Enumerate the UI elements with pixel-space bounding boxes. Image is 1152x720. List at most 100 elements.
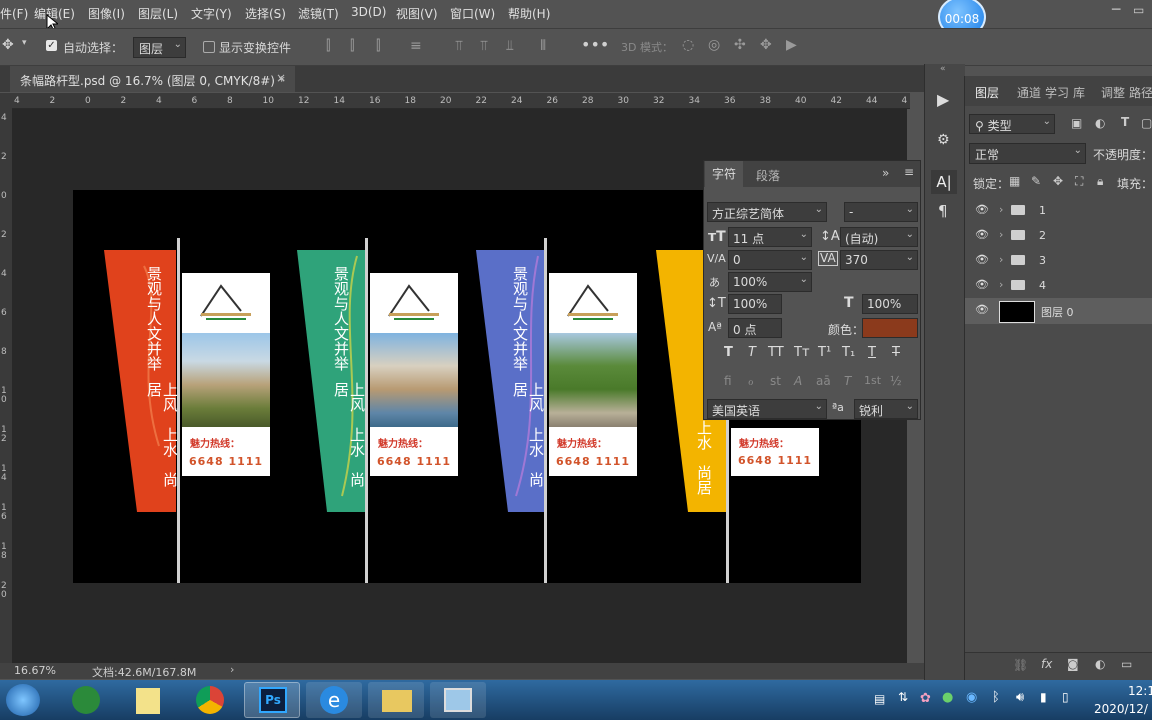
old-style-button[interactable]: ℴ [748,374,754,388]
lock-position-icon[interactable]: ✥ [1053,174,1063,188]
underline-button[interactable]: T [868,345,876,360]
align-center-icon[interactable]: ⫿ [350,38,354,54]
titling-alternates-button[interactable]: T [844,374,851,388]
tsume-field[interactable]: 100% ⌄ [728,272,812,292]
menu-view[interactable]: 视图(V) [396,5,438,22]
swash-button[interactable]: A [794,374,802,388]
menu-image[interactable]: 图像(I) [88,5,125,22]
move-tool-icon[interactable]: ✥ [2,37,14,53]
font-style-dropdown[interactable]: - ⌄ [844,202,918,222]
libraries-icon[interactable]: ⚙ [937,132,950,148]
menu-3d[interactable]: 3D(D) [351,5,386,19]
browser-tray-icon[interactable]: ◉ [966,690,977,705]
small-caps-button[interactable]: Tт [794,345,810,360]
signal-icon[interactable]: ▮ [1040,690,1047,704]
show-transform-checkbox[interactable] [203,41,215,53]
taskbar-app-photoshop[interactable]: Ps [244,682,300,718]
menu-select[interactable]: 选择(S) [245,5,286,22]
align-right-icon[interactable]: ⫿ [376,38,380,54]
distribute-vertical-icon[interactable]: ⦀ [540,38,546,54]
layer-row[interactable]: 👁︎ › 2 [965,224,1152,248]
character-panel-icon[interactable]: A| [931,170,957,194]
slide-3d-icon[interactable]: ✥ [760,37,772,53]
tab-adjustments[interactable]: 调整 [1101,84,1125,101]
align-middle-icon[interactable]: ⫪ [480,38,488,54]
panel-menu-icon[interactable]: ≡ [904,165,914,179]
zoom-level[interactable]: 16.67% [14,664,56,677]
bluetooth-icon[interactable]: ᛒ [992,690,1000,705]
lock-artboard-icon[interactable]: ⛶ [1075,174,1083,189]
wechat-icon[interactable]: ● [942,690,953,705]
tab-paragraph[interactable]: 段落 [756,167,780,184]
battery-icon[interactable]: ▯ [1062,690,1069,704]
strikethrough-button[interactable]: T [892,345,900,360]
faux-bold-button[interactable]: T [724,345,733,360]
faux-italic-button[interactable]: T [748,345,756,360]
baseline-shift-field[interactable]: 0 点 [728,318,782,338]
tab-character[interactable]: 字符 [705,161,743,187]
layer-row[interactable]: 👁︎ › 1 [965,199,1152,223]
eye-icon[interactable]: 👁︎ [975,278,989,291]
chevron-down-icon[interactable]: ▾ [22,38,27,48]
pan-3d-icon[interactable]: ✣ [734,37,746,53]
keyboard-icon[interactable]: ▤ [874,692,885,706]
antialias-dropdown[interactable]: 锐利 ⌄ [854,399,918,419]
eye-icon[interactable]: 👁︎ [975,253,989,266]
chevron-right-icon[interactable]: › [999,228,1003,241]
menu-window[interactable]: 窗口(W) [450,5,495,22]
text-color-swatch[interactable] [862,318,918,338]
mask-icon[interactable]: ◙ [1067,657,1079,671]
maximize-icon[interactable]: ▭ [1133,3,1144,17]
new-group-icon[interactable]: ▭ [1121,657,1132,671]
taskbar-app-pen[interactable] [58,682,114,718]
font-size-field[interactable]: 11 点 ⌄ [728,227,812,247]
menu-filter[interactable]: 滤镜(T) [298,5,339,22]
paragraph-icon[interactable]: ¶ [938,202,948,220]
chevron-right-icon[interactable]: › [999,203,1003,216]
layer-row-selected[interactable]: 👁︎ 图层 0 [965,298,1152,324]
kerning-field[interactable]: 0 ⌄ [728,250,812,270]
link-icon[interactable]: ⛓ [1013,658,1028,672]
expand-icon[interactable]: » [882,166,889,180]
fx-icon[interactable]: fx [1041,657,1052,671]
auto-select-target-dropdown[interactable]: 图层 ⌄ [133,37,186,58]
tracking-field[interactable]: 370 ⌄ [840,250,918,270]
taskbar-app-ie[interactable]: e [306,682,362,718]
align-top-icon[interactable]: ⫪ [455,38,463,54]
fractions-button[interactable]: ½ [890,374,902,388]
superscript-button[interactable]: T¹ [818,345,831,360]
align-bottom-icon[interactable]: ⫫ [506,38,514,54]
tab-paths[interactable]: 路径 [1129,84,1152,101]
tab-channels[interactable]: 通道 [1017,84,1041,101]
all-caps-button[interactable]: TT [768,345,784,360]
collapse-icon[interactable]: « [940,64,946,74]
camera-3d-icon[interactable]: ▶ [786,37,797,53]
roll-3d-icon[interactable]: ◎ [708,37,720,53]
distribute-icon[interactable]: ≡ [410,38,422,54]
clock-time[interactable]: 12:1 [1128,684,1152,698]
menu-help[interactable]: 帮助(H) [508,5,550,22]
document-tab[interactable]: 条幅路杆型.psd @ 16.7% (图层 0, CMYK/8#) * × [10,66,295,92]
ordinals-button[interactable]: 1st [864,374,881,387]
language-dropdown[interactable]: 美国英语 ⌄ [707,399,827,419]
lock-paint-icon[interactable]: ✎ [1031,174,1041,188]
play-icon[interactable]: ▶ [937,90,949,109]
ligature-button[interactable]: fi [724,374,732,388]
chevron-right-icon[interactable]: › [999,278,1003,291]
chevron-right-icon[interactable]: › [230,663,234,676]
layer-row[interactable]: 👁︎ › 4 [965,274,1152,298]
filter-shape-icon[interactable]: ▢ [1141,116,1152,130]
volume-icon[interactable]: 🔊︎ [1016,690,1024,705]
taskbar-app-explorer[interactable] [368,682,424,718]
menu-layer[interactable]: 图层(L) [138,5,178,22]
clock-date[interactable]: 2020/12/ [1094,702,1148,716]
horizontal-scale-field[interactable]: 100% [862,294,918,314]
taskbar-app-viewer[interactable] [430,682,486,718]
menu-file[interactable]: 件(F) [0,5,28,22]
orbit-3d-icon[interactable]: ◌ [682,37,694,53]
filter-type-icon[interactable]: T [1121,115,1129,129]
flower-icon[interactable]: ✿ [920,691,931,706]
adjustment-layer-icon[interactable]: ◐ [1095,657,1105,671]
taskbar-app-chrome[interactable] [182,682,238,718]
eye-icon[interactable]: 👁︎ [975,303,989,316]
